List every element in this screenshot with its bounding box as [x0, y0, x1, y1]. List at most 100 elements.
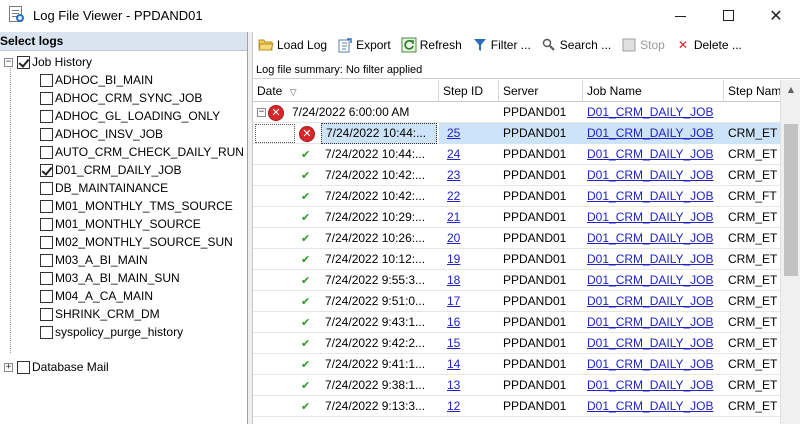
tree-node-job-history[interactable]: − Job History [4, 53, 92, 71]
collapse-icon[interactable]: − [4, 57, 13, 67]
job-name-link[interactable]: D01_CRM_DAILY_JOB [587, 231, 714, 245]
job-name-link[interactable]: D01_CRM_DAILY_JOB [587, 357, 714, 371]
step-id-link[interactable]: 23 [447, 168, 460, 182]
job-checkbox[interactable] [40, 181, 53, 195]
tree-node-job[interactable]: AUTO_CRM_CHECK_DAILY_RUN [40, 143, 244, 161]
expand-icon[interactable]: + [4, 362, 13, 372]
table-row[interactable]: ✔ 7/24/2022 9:55:3... 18 PPDAND01 D01_CRM_DA… [253, 270, 780, 291]
table-row[interactable]: ✔ 7/24/2022 9:13:3... 12 PPDAND01 D01_CRM_DA… [253, 396, 780, 417]
filter-button[interactable]: Filter ... [469, 34, 534, 56]
tree-node-job[interactable]: syspolicy_purge_history [40, 323, 183, 341]
vertical-scrollbar[interactable]: ▲ [780, 80, 800, 424]
scrollbar-thumb[interactable] [784, 124, 798, 276]
job-name-link[interactable]: D01_CRM_DAILY_JOB [587, 399, 714, 413]
column-header-step-name[interactable]: Step Nam [724, 80, 780, 102]
job-name-link[interactable]: D01_CRM_DAILY_JOB [587, 168, 714, 182]
job-name-link[interactable]: D01_CRM_DAILY_JOB [587, 189, 714, 203]
step-id-link[interactable]: 19 [447, 252, 460, 266]
table-row[interactable]: ✔ 7/24/2022 9:42:2... 15 PPDAND01 D01_CRM_DA… [253, 333, 780, 354]
group-row[interactable]: − ✕ 7/24/2022 6:00:00 AM PPDAND01 D01_CR… [253, 102, 780, 123]
step-id-link[interactable]: 15 [447, 336, 460, 350]
tree-node-job[interactable]: D01_CRM_DAILY_JOB [40, 161, 182, 179]
job-name-link[interactable]: D01_CRM_DAILY_JOB [587, 378, 714, 392]
job-checkbox[interactable] [40, 73, 53, 87]
step-id-link[interactable]: 20 [447, 231, 460, 245]
table-row[interactable]: ✔ 7/24/2022 10:29:... 21 PPDAND01 D01_CRM_DA… [253, 207, 780, 228]
tree-node-job[interactable]: ADHOC_CRM_SYNC_JOB [40, 89, 202, 107]
tree-node-job[interactable]: ADHOC_BI_MAIN [40, 71, 153, 89]
tree-node-job[interactable]: SHRINK_CRM_DM [40, 305, 160, 323]
group-job-link[interactable]: D01_CRM_DAILY_JOB [587, 105, 714, 119]
job-history-checkbox[interactable] [17, 55, 30, 69]
tree-node-job[interactable]: M03_A_BI_MAIN [40, 251, 148, 269]
job-checkbox[interactable] [40, 235, 53, 249]
export-label: Export [356, 38, 391, 52]
job-checkbox[interactable] [40, 145, 53, 159]
stop-button[interactable]: Stop [618, 34, 668, 56]
job-name-link[interactable]: D01_CRM_DAILY_JOB [587, 315, 714, 329]
step-id-link[interactable]: 16 [447, 315, 460, 329]
tree-node-database-mail[interactable]: + Database Mail [4, 358, 109, 376]
job-name-link[interactable]: D01_CRM_DAILY_JOB [587, 273, 714, 287]
database-mail-checkbox[interactable] [17, 360, 30, 374]
table-row[interactable]: ✕ 7/24/2022 10:44:... 25 PPDAND01 D01_CRM_DA… [253, 123, 780, 144]
tree-node-job[interactable]: ADHOC_GL_LOADING_ONLY [40, 107, 220, 125]
column-header-server[interactable]: Server [499, 80, 583, 102]
table-row[interactable]: ✔ 7/24/2022 9:51:0... 17 PPDAND01 D01_CRM_DA… [253, 291, 780, 312]
tree-node-job[interactable]: M03_A_BI_MAIN_SUN [40, 269, 180, 287]
job-checkbox[interactable] [40, 109, 53, 123]
tree-node-job[interactable]: M04_A_CA_MAIN [40, 287, 153, 305]
job-checkbox[interactable] [40, 253, 53, 267]
refresh-button[interactable]: Refresh [398, 34, 465, 56]
table-row[interactable]: ✔ 7/24/2022 10:12:... 19 PPDAND01 D01_CRM_DA… [253, 249, 780, 270]
job-name-link[interactable]: D01_CRM_DAILY_JOB [587, 336, 714, 350]
table-row[interactable]: ✔ 7/24/2022 9:41:1... 14 PPDAND01 D01_CRM_DA… [253, 354, 780, 375]
table-row[interactable]: ✔ 7/24/2022 10:26:... 20 PPDAND01 D01_CRM_DA… [253, 228, 780, 249]
search-button[interactable]: Search ... [538, 34, 614, 56]
step-id-link[interactable]: 14 [447, 357, 460, 371]
tree-node-job[interactable]: M01_MONTHLY_SOURCE [40, 215, 201, 233]
scroll-up-icon[interactable]: ▲ [781, 80, 800, 98]
delete-button[interactable]: ✕ Delete ... [672, 34, 745, 56]
step-id-link[interactable]: 24 [447, 147, 460, 161]
tree-node-job[interactable]: DB_MAINTAINANCE [40, 179, 168, 197]
job-name-link[interactable]: D01_CRM_DAILY_JOB [587, 126, 714, 140]
job-name-link[interactable]: D01_CRM_DAILY_JOB [587, 294, 714, 308]
export-button[interactable]: Export [334, 34, 394, 56]
maximize-button[interactable] [704, 0, 752, 30]
job-checkbox[interactable] [40, 289, 53, 303]
job-checkbox[interactable] [40, 91, 53, 105]
tree-node-job[interactable]: ADHOC_INSV_JOB [40, 125, 163, 143]
job-checkbox[interactable] [40, 271, 53, 285]
column-header-step-id[interactable]: Step ID [439, 80, 499, 102]
job-name-link[interactable]: D01_CRM_DAILY_JOB [587, 252, 714, 266]
job-checkbox[interactable] [40, 325, 53, 339]
job-name-link[interactable]: D01_CRM_DAILY_JOB [587, 147, 714, 161]
step-id-link[interactable]: 13 [447, 378, 460, 392]
step-id-link[interactable]: 21 [447, 210, 460, 224]
column-header-date[interactable]: Date ▽ [253, 80, 439, 102]
tree-node-job[interactable]: M01_MONTHLY_TMS_SOURCE [40, 197, 233, 215]
column-header-job-name[interactable]: Job Name [583, 80, 724, 102]
close-button[interactable]: ✕ [752, 0, 800, 30]
step-id-link[interactable]: 22 [447, 189, 460, 203]
table-row[interactable]: ✔ 7/24/2022 9:38:1... 13 PPDAND01 D01_CRM_DA… [253, 375, 780, 396]
job-checkbox[interactable] [40, 127, 53, 141]
job-checkbox[interactable] [40, 199, 53, 213]
tree-node-job[interactable]: M02_MONTHLY_SOURCE_SUN [40, 233, 233, 251]
table-row[interactable]: ✔ 7/24/2022 10:44:... 24 PPDAND01 D01_CRM_DA… [253, 144, 780, 165]
table-row[interactable]: ✔ 7/24/2022 9:43:1... 16 PPDAND01 D01_CRM_DA… [253, 312, 780, 333]
minimize-button[interactable] [656, 0, 704, 30]
load-log-button[interactable]: Load Log [255, 34, 330, 56]
step-id-link[interactable]: 12 [447, 399, 460, 413]
step-id-link[interactable]: 17 [447, 294, 460, 308]
job-checkbox[interactable] [40, 217, 53, 231]
step-id-link[interactable]: 25 [447, 126, 460, 140]
table-row[interactable]: ✔ 7/24/2022 10:42:... 22 PPDAND01 D01_CRM_DA… [253, 186, 780, 207]
table-row[interactable]: ✔ 7/24/2022 10:42:... 23 PPDAND01 D01_CRM_DA… [253, 165, 780, 186]
job-checkbox[interactable] [40, 163, 53, 177]
collapse-icon[interactable]: − [257, 108, 266, 117]
step-id-link[interactable]: 18 [447, 273, 460, 287]
job-name-link[interactable]: D01_CRM_DAILY_JOB [587, 210, 714, 224]
job-checkbox[interactable] [40, 307, 53, 321]
